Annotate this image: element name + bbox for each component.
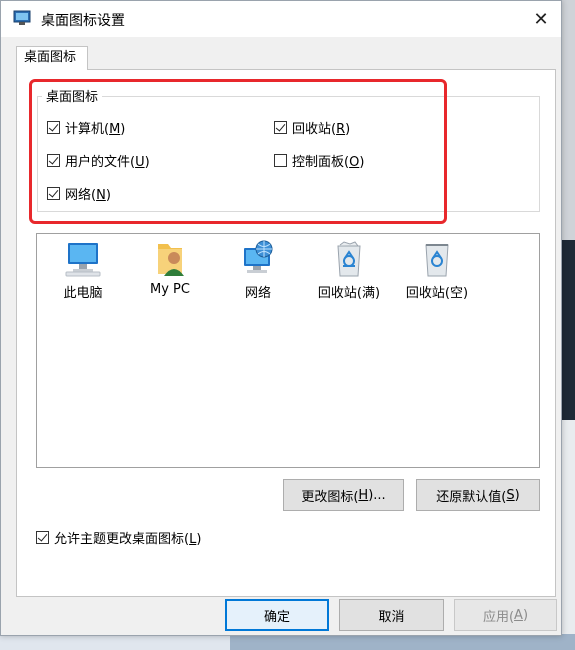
apply-button[interactable]: 应用(A) xyxy=(454,599,557,631)
close-button[interactable]: ✕ xyxy=(521,1,561,37)
icon-item-recycle-bin-full[interactable]: 回收站(满) xyxy=(309,240,389,301)
ok-button[interactable]: 确定 xyxy=(225,599,329,631)
icon-label: 回收站(满) xyxy=(317,286,381,301)
icon-list[interactable]: 此电脑 My PC 网络 回收站(满) 回收站(空) xyxy=(36,233,540,468)
cancel-button[interactable]: 取消 xyxy=(339,599,444,631)
checkbox-label: 允许主题更改桌面图标(L) xyxy=(54,531,202,547)
highlight-annotation xyxy=(29,79,447,224)
icon-item-network[interactable]: 网络 xyxy=(218,240,298,301)
checkmark-icon xyxy=(37,530,48,542)
icon-label: My PC xyxy=(150,282,190,297)
icon-item-this-pc[interactable]: 此电脑 xyxy=(43,240,123,301)
user-folder-icon xyxy=(130,240,210,278)
recycle-bin-empty-icon xyxy=(397,240,477,278)
monitor-icon xyxy=(43,240,123,278)
icon-label: 网络 xyxy=(244,286,271,301)
icon-item-my-pc[interactable]: My PC xyxy=(130,240,210,297)
close-icon: ✕ xyxy=(533,8,549,30)
desktop-background-bottom xyxy=(0,634,575,650)
restore-default-button[interactable]: 还原默认值(S) xyxy=(416,479,540,511)
change-icon-button[interactable]: 更改图标(H)... xyxy=(283,479,404,511)
window-title: 桌面图标设置 xyxy=(41,13,125,29)
desktop-settings-icon xyxy=(13,10,31,26)
checkbox-box[interactable] xyxy=(36,530,49,544)
checkbox-allow-theme[interactable]: 允许主题更改桌面图标(L) xyxy=(36,527,201,547)
tab-desktop-icons[interactable]: 桌面图标 xyxy=(16,46,88,70)
desktop-background xyxy=(560,0,575,650)
icon-label: 此电脑 xyxy=(63,286,103,301)
recycle-bin-full-icon xyxy=(309,240,389,278)
title-bar: 桌面图标设置 ✕ xyxy=(1,1,561,37)
network-icon xyxy=(218,240,298,278)
icon-label: 回收站(空) xyxy=(405,286,469,301)
icon-item-recycle-bin-empty[interactable]: 回收站(空) xyxy=(397,240,477,301)
